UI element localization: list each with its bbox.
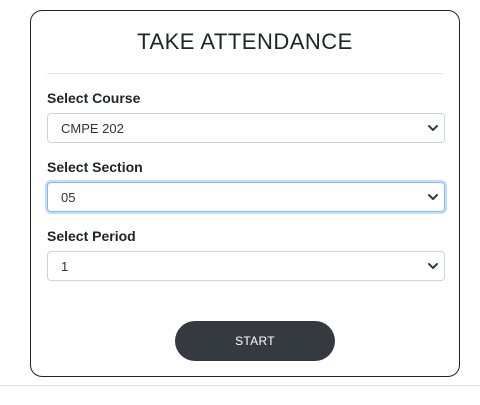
period-select-value: 1 — [61, 259, 69, 274]
attendance-page: TAKE ATTENDANCE Select Course CMPE 202 S… — [0, 0, 480, 405]
section-select-value: 05 — [61, 190, 76, 205]
section-select[interactable]: 05 — [47, 182, 445, 212]
chevron-down-icon — [428, 263, 438, 269]
section-label: Select Section — [47, 159, 143, 175]
course-label: Select Course — [47, 90, 141, 106]
chevron-down-icon — [428, 125, 438, 131]
start-button[interactable]: START — [175, 321, 335, 361]
attendance-card: TAKE ATTENDANCE Select Course CMPE 202 S… — [30, 10, 460, 377]
course-select-value: CMPE 202 — [61, 121, 124, 136]
period-select[interactable]: 1 — [47, 251, 445, 281]
period-label: Select Period — [47, 228, 136, 244]
page-bottom-divider — [0, 385, 480, 386]
title-divider — [47, 73, 443, 74]
course-select[interactable]: CMPE 202 — [47, 113, 445, 143]
page-title: TAKE ATTENDANCE — [137, 29, 353, 54]
chevron-down-icon — [428, 194, 438, 200]
